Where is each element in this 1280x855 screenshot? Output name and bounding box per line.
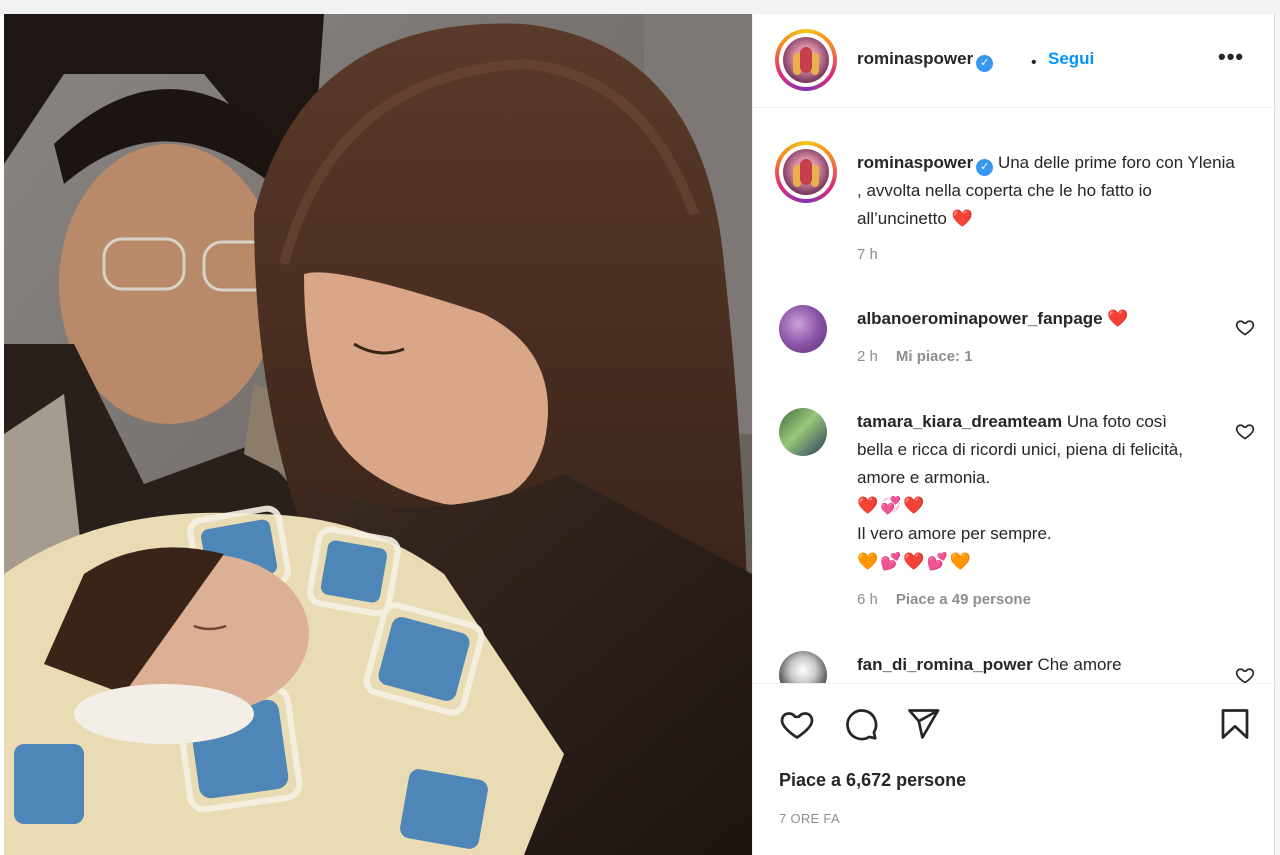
author-username-row[interactable]: rominaspower ✓ [857,49,994,72]
comment-emoji-row: 🧡💕❤️💕🧡 [857,552,973,571]
verified-badge-icon: ✓ [976,55,994,72]
comment-meta: 2 h Mi piace: 1 [857,348,973,365]
post-photo[interactable] [4,14,752,855]
commenter-avatar[interactable] [779,305,827,353]
comment-likes[interactable]: Mi piace: 1 [896,348,973,365]
caption-time[interactable]: 7 h [857,246,878,263]
comment-likes[interactable]: Piace a 49 persone [896,591,1031,608]
commenter-avatar[interactable] [779,408,827,456]
right-scroll-edge [1274,14,1280,855]
commenter-avatar[interactable] [779,651,827,683]
verified-badge-icon: ✓ [976,159,994,176]
bookmark-icon[interactable] [1217,706,1253,742]
caption-username[interactable]: rominaspower [857,153,973,172]
post-actions: Piace a 6,672 persone 7 ORE FA [753,683,1275,855]
comment-like-heart-icon[interactable] [1235,421,1255,441]
comment-item: albanoerominapower_fanpage ❤️ [857,305,1207,333]
comment-username[interactable]: fan_di_romina_power [857,655,1033,674]
comment-icon[interactable] [843,706,879,742]
comment-text: Che amore [1037,655,1122,674]
comment-emoji-row: ❤️💞❤️ [857,496,927,515]
author-username[interactable]: rominaspower [857,49,973,68]
comment-emoji: ❤️ [1107,309,1129,328]
share-icon[interactable] [905,706,941,742]
comment-time[interactable]: 2 h [857,348,878,365]
comment-time[interactable]: 6 h [857,591,878,608]
photo-illustration [4,14,752,855]
more-options-icon[interactable]: ••• [1218,44,1244,70]
separator-dot: • [1031,54,1037,71]
top-strip [0,0,1280,14]
comment-like-heart-icon[interactable] [1235,317,1255,337]
comment-meta: 6 h Piace a 49 persone [857,591,1031,608]
comment-username[interactable]: tamara_kiara_dreamteam [857,412,1062,431]
caption-emoji: ❤️ [951,209,973,228]
comment-item: fan_di_romina_power Che amore ❤️ [857,651,1207,683]
caption-avatar[interactable] [775,141,837,203]
post-header: rominaspower ✓ • Segui ••• [753,14,1275,108]
caption-meta: 7 h [857,246,878,263]
comment-username[interactable]: albanoerominapower_fanpage [857,309,1103,328]
comment-item: tamara_kiara_dreamteam Una foto così bel… [857,408,1207,576]
likes-count[interactable]: Piace a 6,672 persone [779,770,966,791]
follow-button[interactable]: Segui [1048,49,1094,69]
comment-like-heart-icon[interactable] [1235,665,1255,683]
heart-icon[interactable] [779,706,815,742]
comments-list[interactable]: rominaspower ✓ Una delle prime foro con Y… [753,109,1275,683]
post-sidebar: rominaspower ✓ • Segui ••• rominaspower ✓ … [752,14,1275,855]
author-avatar[interactable] [775,29,837,91]
post-timestamp[interactable]: 7 ORE FA [779,811,840,826]
caption: rominaspower ✓ Una delle prime foro con Y… [857,149,1237,233]
comment-text-2: Il vero amore per sempre. [857,524,1052,543]
